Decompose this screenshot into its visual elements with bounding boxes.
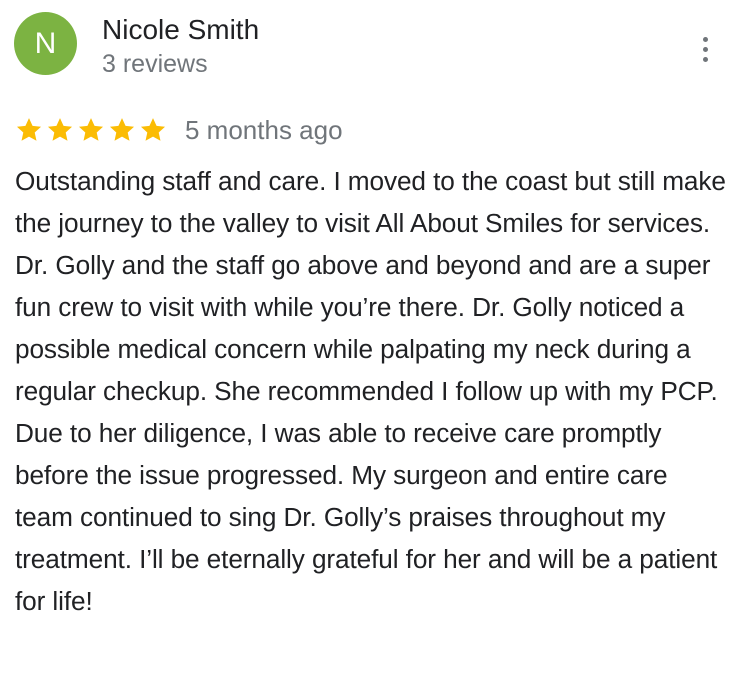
star-rating	[15, 116, 167, 144]
more-options-button[interactable]	[690, 32, 720, 66]
review-text: Outstanding staff and care. I moved to t…	[15, 166, 726, 616]
more-vert-icon-dot	[702, 46, 708, 52]
star-icon	[78, 118, 104, 141]
more-vert-icon-dot	[702, 56, 708, 62]
star-icon	[109, 118, 135, 141]
reviewer-review-count: 3 reviews	[102, 50, 208, 78]
rating-row: 5 months ago	[15, 112, 343, 148]
star-icon	[140, 118, 166, 141]
review-card: N Nicole Smith 3 reviews 5 months ago Ou…	[0, 0, 740, 686]
avatar[interactable]: N	[14, 12, 77, 75]
more-vert-icon	[702, 36, 708, 42]
review-date: 5 months ago	[185, 115, 343, 145]
reviewer-name[interactable]: Nicole Smith	[102, 13, 259, 47]
star-icon	[47, 118, 73, 141]
star-icon	[16, 118, 42, 141]
